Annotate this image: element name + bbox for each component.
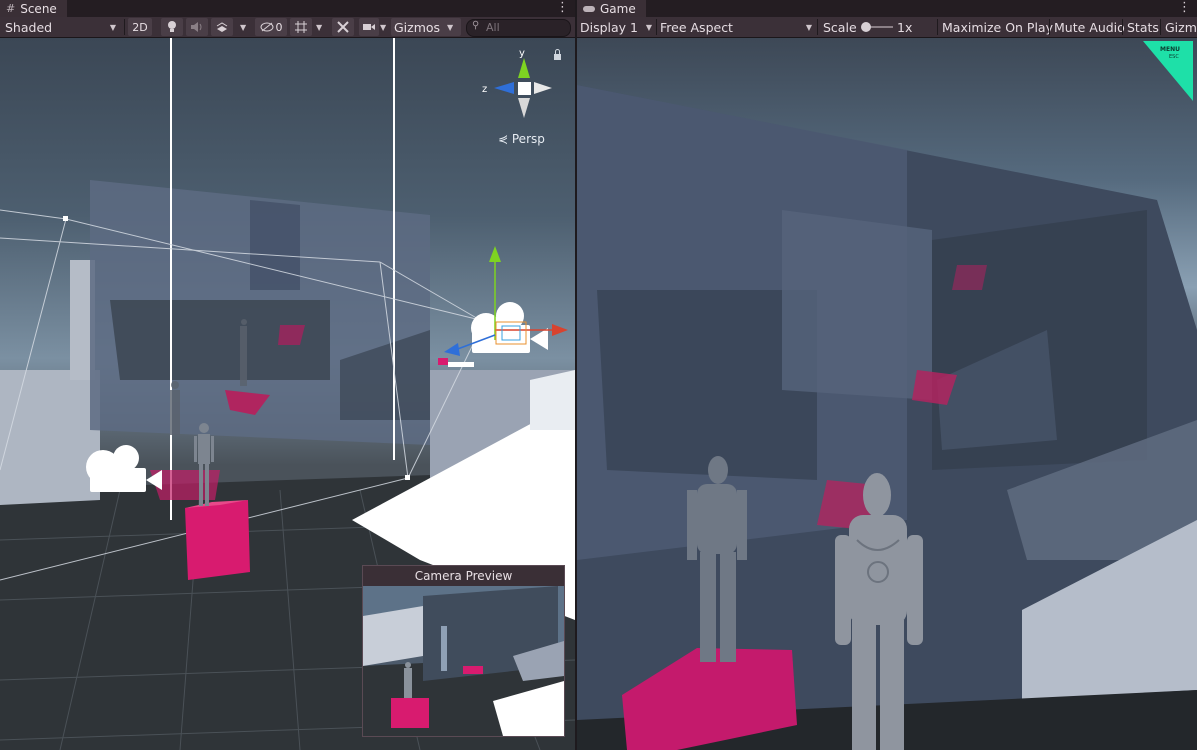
- gizmos-label: Gizmos: [394, 19, 441, 35]
- hidden-count: 0: [275, 20, 283, 34]
- projection-toggle[interactable]: ⋞ Persp: [498, 132, 545, 146]
- scale-value: 1x: [897, 19, 913, 35]
- draw-mode-label: Shaded: [5, 19, 53, 35]
- kebab-menu-icon[interactable]: ⋮: [1178, 0, 1191, 17]
- divider: [1160, 19, 1161, 35]
- mute-label: Mute Audio: [1054, 19, 1125, 35]
- scene-toolbar: Shaded ▼ 2D ▼ 0 ▼ ▼ Gizmos ▼ ⚲ All: [0, 17, 575, 38]
- divider: [1122, 19, 1123, 35]
- divider: [124, 19, 125, 35]
- scene-tabbar: # Scene ⋮: [0, 0, 575, 17]
- camera-preview[interactable]: Camera Preview: [362, 565, 565, 737]
- scale-slider[interactable]: [861, 22, 893, 32]
- axis-y-label: y: [519, 48, 525, 59]
- maximize-label: Maximize On Play: [942, 19, 1053, 35]
- game-gizmos-label: Gizm: [1165, 19, 1197, 35]
- game-view[interactable]: MENU ESC: [577, 38, 1197, 750]
- scene-panel: # Scene ⋮ Shaded ▼ 2D ▼ 0 ▼ ▼ Gizmos ▼ ⚲…: [0, 0, 575, 750]
- mode-2d-label: 2D: [132, 20, 148, 34]
- scale-slider-thumb[interactable]: [861, 22, 871, 32]
- chevron-down-icon: ▼: [109, 22, 116, 32]
- game-tabbar: Game ⋮: [577, 0, 1197, 17]
- visibility-icon: [260, 22, 273, 32]
- maximize-on-play-toggle[interactable]: Maximize On Play: [942, 17, 1053, 37]
- chevron-down-icon: ▼: [645, 22, 652, 32]
- persp-label: Persp: [512, 132, 545, 146]
- divider: [817, 19, 818, 35]
- chevron-down-icon[interactable]: ▼: [240, 17, 246, 37]
- light-bulb-icon[interactable]: [161, 18, 183, 36]
- visibility-toggle[interactable]: 0: [255, 18, 287, 36]
- tab-game[interactable]: Game: [577, 0, 646, 17]
- display-label: Display 1: [580, 19, 639, 35]
- mode-2d-toggle[interactable]: 2D: [128, 18, 152, 36]
- divider: [937, 19, 938, 35]
- chevron-down-icon: ▼: [805, 22, 812, 32]
- draw-mode-dropdown[interactable]: Shaded ▼: [5, 17, 120, 37]
- mute-audio-toggle[interactable]: Mute Audio: [1054, 17, 1125, 37]
- search-icon: ⚲: [472, 20, 480, 31]
- hash-icon: #: [6, 2, 16, 15]
- search-placeholder: All: [486, 21, 500, 34]
- tab-scene-label: Scene: [20, 1, 57, 16]
- game-panel: Game ⋮ Display 1 ▼ Free Aspect ▼ Scale 1…: [577, 0, 1197, 750]
- camera-preview-title: Camera Preview: [363, 566, 564, 586]
- divider: [656, 19, 657, 35]
- stats-label: Stats: [1127, 19, 1159, 35]
- gizmos-toggle[interactable]: Gizm: [1165, 17, 1197, 37]
- pink-cube[interactable]: [185, 500, 250, 580]
- divider: [1049, 19, 1050, 35]
- scale-label: Scale: [823, 19, 857, 35]
- kebab-menu-icon[interactable]: ⋮: [556, 0, 569, 17]
- aspect-dropdown[interactable]: Free Aspect ▼: [660, 17, 814, 37]
- chevron-down-icon[interactable]: ▼: [316, 17, 322, 37]
- camera-preview-image: [363, 586, 564, 736]
- tab-scene[interactable]: # Scene: [0, 0, 67, 17]
- menu-badge[interactable]: MENU ESC: [1143, 41, 1193, 101]
- esc-label: ESC: [1169, 54, 1179, 60]
- camera-icon[interactable]: [359, 18, 379, 36]
- display-dropdown[interactable]: Display 1 ▼: [580, 17, 654, 37]
- axis-z-label: z: [482, 84, 487, 95]
- menu-label: MENU: [1160, 46, 1180, 53]
- game-toolbar: Display 1 ▼ Free Aspect ▼ Scale 1x Maxim…: [577, 17, 1197, 38]
- search-field[interactable]: ⚲ All: [466, 19, 571, 37]
- chevron-down-icon[interactable]: ▼: [380, 17, 386, 37]
- chevron-down-icon[interactable]: ▼: [447, 17, 453, 37]
- scene-view[interactable]: y z ⋞ Persp Camera Preview: [0, 38, 575, 750]
- aspect-label: Free Aspect: [660, 19, 733, 35]
- audio-icon[interactable]: [186, 18, 208, 36]
- gamepad-icon: [583, 5, 595, 12]
- grid-icon[interactable]: [290, 18, 312, 36]
- stats-toggle[interactable]: Stats: [1127, 17, 1159, 37]
- tab-game-label: Game: [600, 1, 636, 16]
- effects-icon[interactable]: [211, 18, 233, 36]
- tools-icon[interactable]: [332, 18, 354, 36]
- game-viewport[interactable]: [577, 38, 1197, 750]
